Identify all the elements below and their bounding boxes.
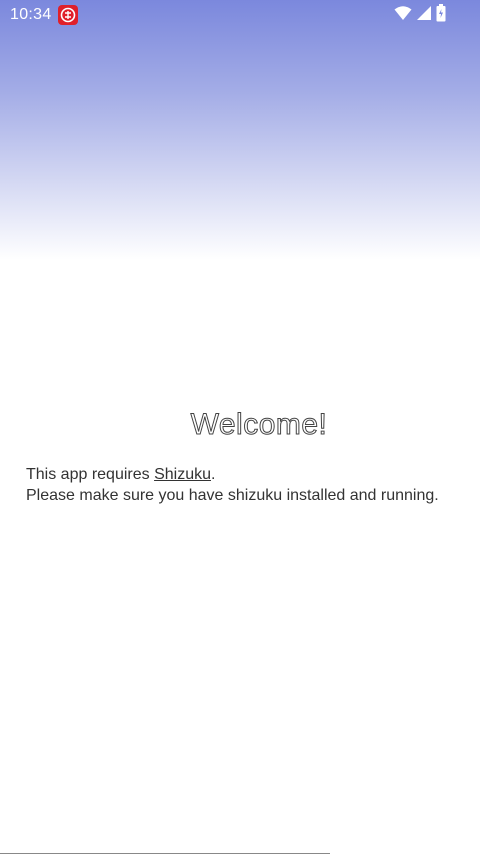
wifi-icon	[394, 5, 412, 26]
status-right	[394, 3, 470, 27]
screen: 10:34 Welcome! This app requires Shizuku…	[0, 0, 480, 854]
instruction-line: Please make sure you have shizuku instal…	[26, 487, 439, 504]
requirement-line: This app requires Shizuku.	[26, 464, 466, 485]
status-clock: 10:34	[10, 6, 52, 23]
battery-icon	[436, 3, 446, 27]
cell-signal-icon	[416, 5, 432, 26]
welcome-content: Welcome! This app requires Shizuku. Plea…	[26, 408, 466, 506]
requirement-suffix: .	[210, 466, 216, 483]
requirement-prefix: This app requires	[26, 466, 155, 483]
status-left: 10:34	[10, 5, 78, 25]
header-gradient	[0, 0, 480, 260]
app-notification-icon	[57, 5, 78, 25]
status-bar: 10:34	[0, 0, 480, 30]
shizuku-link[interactable]: Shizuku	[154, 466, 211, 483]
welcome-title: Welcome!	[190, 408, 328, 442]
